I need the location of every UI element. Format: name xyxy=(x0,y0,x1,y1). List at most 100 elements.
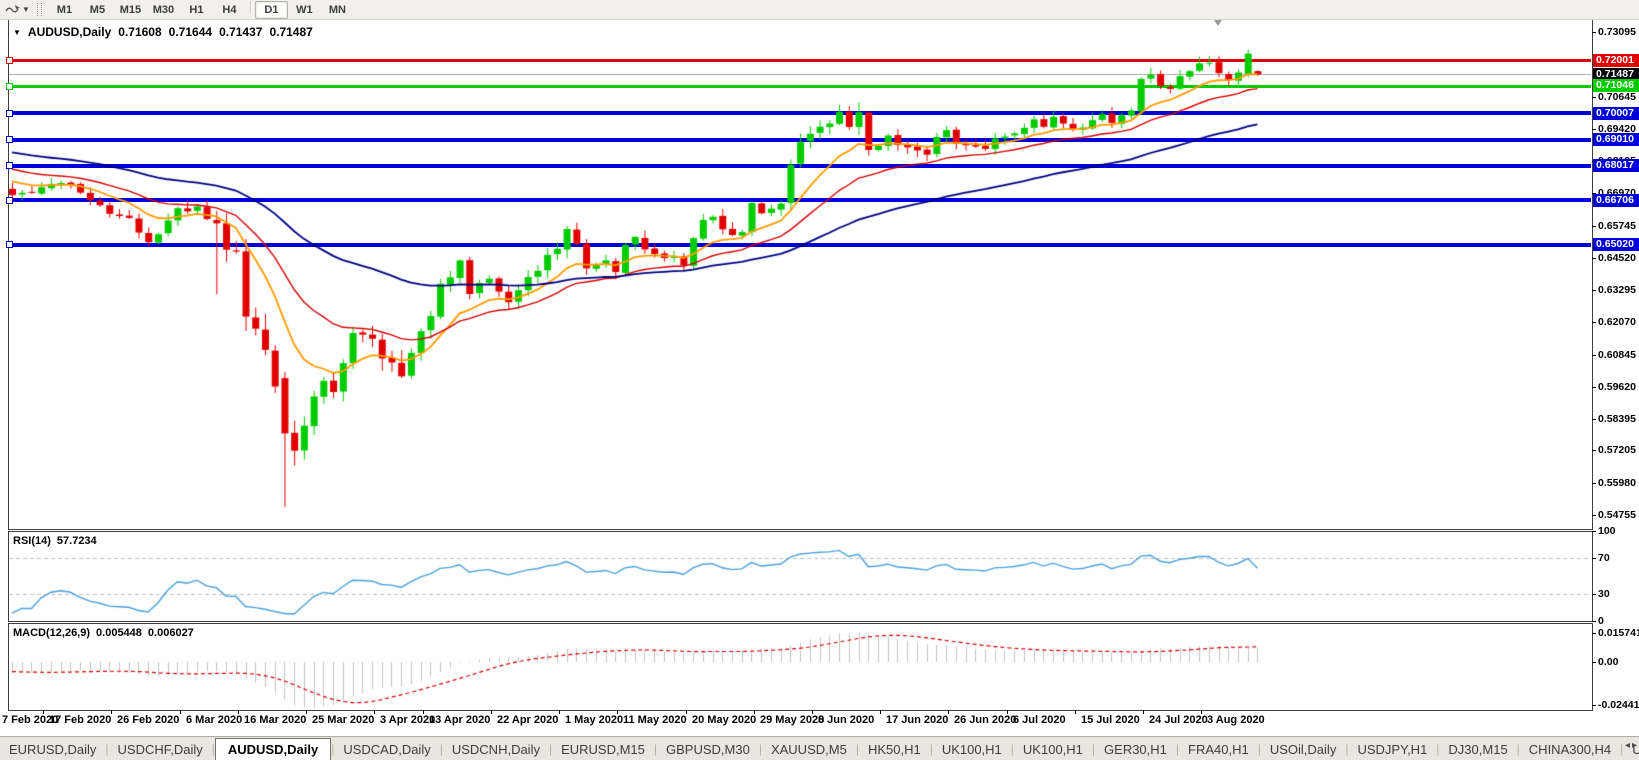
price-tick-mark xyxy=(1592,515,1596,516)
timeframe-button-m1[interactable]: M1 xyxy=(48,1,81,19)
price-tick-mark xyxy=(1592,355,1596,356)
timeframe-button-h4[interactable]: H4 xyxy=(213,1,246,19)
chart-tab-hk50-h1[interactable]: HK50,H1 xyxy=(859,740,930,759)
timeframe-toolbar: ▼ M1M5M15M30H1H4 D1W1MN xyxy=(0,0,1639,20)
chart-tab-usoil-daily[interactable]: USOil,Daily xyxy=(1261,740,1345,759)
date-tick-label: 11 May 2020 xyxy=(623,714,687,726)
chart-tab-usdjpy-h1[interactable]: USDJPY,H1 xyxy=(1348,740,1436,759)
chart-tab-uk100-h1[interactable]: UK100,H1 xyxy=(1014,740,1092,759)
price-tick-mark xyxy=(1592,387,1596,388)
date-tick-mark xyxy=(238,710,239,714)
chart-tab-xauusd-m5[interactable]: XAUUSD,M5 xyxy=(762,740,856,759)
date-tick-label: 13 Apr 2020 xyxy=(429,714,490,726)
rsi-tick-label: 30 xyxy=(1598,588,1639,600)
support-line-badge: 0.65020 xyxy=(1593,238,1639,251)
chart-tab-audusd-daily[interactable]: AUDUSD,Daily xyxy=(215,738,331,760)
chart-tab-usdcad-daily[interactable]: USDCAD,Daily xyxy=(334,740,439,759)
price-tick-label: 0.60845 xyxy=(1598,349,1639,361)
macd-tick-mark xyxy=(1592,662,1596,663)
date-tick-label: 17 Jun 2020 xyxy=(886,714,948,726)
date-tick-label: 29 May 2020 xyxy=(760,714,824,726)
support-line-badge: 0.66706 xyxy=(1593,194,1639,207)
price-tick-label: 0.64520 xyxy=(1598,252,1639,264)
price-tick-label: 0.62070 xyxy=(1598,316,1639,328)
date-tick-label: 17 Feb 2020 xyxy=(49,714,111,726)
ohlc-high: 0.71644 xyxy=(169,25,212,39)
macd-main-value: 0.005448 xyxy=(96,627,142,639)
support-line-badge: 0.71046 xyxy=(1593,79,1639,92)
cursor-tool-icon[interactable] xyxy=(4,2,22,17)
date-tick-label: 24 Jul 2020 xyxy=(1149,714,1208,726)
price-tick-label: 0.58395 xyxy=(1598,413,1639,425)
timeframe-button-m15[interactable]: M15 xyxy=(114,1,147,19)
date-tick-label: 6 Mar 2020 xyxy=(186,714,242,726)
price-tick-label: 0.65745 xyxy=(1598,220,1639,232)
macd-tick-mark xyxy=(1592,633,1596,634)
macd-tick-label: -0.024412 xyxy=(1598,699,1639,711)
toolbar-grip xyxy=(37,3,42,16)
date-tick-mark xyxy=(880,710,881,714)
resistance-line-badge: 0.72001 xyxy=(1593,54,1639,67)
macd-label: MACD(12,26,9) xyxy=(13,627,90,639)
timeframe-button-m5[interactable]: M5 xyxy=(81,1,114,19)
rsi-tick-mark xyxy=(1592,621,1596,622)
tab-scroll-left-icon[interactable]: ◂ xyxy=(1625,740,1630,751)
date-tick-mark xyxy=(1075,710,1076,714)
chart-tab-fra40-h1[interactable]: FRA40,H1 xyxy=(1179,740,1258,759)
price-tick-mark xyxy=(1592,322,1596,323)
chart-tab-ger30-h1[interactable]: GER30,H1 xyxy=(1095,740,1176,759)
timeframe-button-mn[interactable]: MN xyxy=(321,1,354,19)
price-tick-label: 0.57205 xyxy=(1598,444,1639,456)
date-tick-label: 6 Jul 2020 xyxy=(1013,714,1066,726)
chart-tab-usdchf-daily[interactable]: USDCHF,Daily xyxy=(109,740,212,759)
cursor-tool-dropdown-icon[interactable]: ▼ xyxy=(22,5,30,14)
date-tick-mark xyxy=(111,710,112,714)
price-tick-mark xyxy=(1592,450,1596,451)
price-chart-canvas[interactable] xyxy=(0,0,1639,760)
chart-tab-usdcnh-daily[interactable]: USDCNH,Daily xyxy=(443,740,549,759)
trading-platform-window: ▼ M1M5M15M30H1H4 D1W1MN ▼ AUDUSD,Daily 0.… xyxy=(0,0,1639,760)
chart-tab-gbpusd-m30[interactable]: GBPUSD,M30 xyxy=(657,740,759,759)
support-line-badge: 0.68017 xyxy=(1593,159,1639,172)
macd-header: MACD(12,26,9) 0.005448 0.006027 xyxy=(13,627,194,639)
price-tick-mark xyxy=(1592,32,1596,33)
price-tick-mark xyxy=(1592,419,1596,420)
date-tick-mark xyxy=(617,710,618,714)
rsi-value: 57.7234 xyxy=(57,535,97,547)
date-tick-mark xyxy=(559,710,560,714)
rsi-header: RSI(14) 57.7234 xyxy=(13,535,97,547)
date-tick-label: 26 Feb 2020 xyxy=(117,714,179,726)
price-tick-mark xyxy=(1592,226,1596,227)
symbol-tab-bar: EURUSD,Daily|USDCHF,Daily|AUDUSD,Daily|U… xyxy=(0,736,1639,760)
date-tick-label: 8 Jun 2020 xyxy=(818,714,874,726)
chart-tab-uk100-h1[interactable]: UK100,H1 xyxy=(933,740,1011,759)
date-tick-label: 22 Apr 2020 xyxy=(497,714,558,726)
date-tick-mark xyxy=(374,710,375,714)
rsi-tick-label: 0 xyxy=(1598,615,1639,627)
timeframe-button-w1[interactable]: W1 xyxy=(288,1,321,19)
timeframe-buttons: M1M5M15M30H1H4 D1W1MN xyxy=(48,1,354,19)
chart-shift-marker[interactable] xyxy=(1214,20,1222,26)
timeframe-button-h1[interactable]: H1 xyxy=(180,1,213,19)
date-tick-mark xyxy=(1007,710,1008,714)
rsi-tick-mark xyxy=(1592,531,1596,532)
date-tick-label: 3 Apr 2020 xyxy=(380,714,435,726)
ohlc-low: 0.71437 xyxy=(219,25,262,39)
price-tick-label: 0.55980 xyxy=(1598,477,1639,489)
chart-tab-china300-h4[interactable]: CHINA300,H4 xyxy=(1520,740,1620,759)
rsi-tick-label: 70 xyxy=(1598,552,1639,564)
chart-tab-eurusd-m15[interactable]: EURUSD,M15 xyxy=(552,740,654,759)
timeframe-button-m30[interactable]: M30 xyxy=(147,1,180,19)
chart-collapse-icon[interactable]: ▼ xyxy=(13,28,21,37)
ohlc-open: 0.71608 xyxy=(118,25,161,39)
price-tick-mark xyxy=(1592,483,1596,484)
macd-signal-value: 0.006027 xyxy=(148,627,194,639)
chart-tab-eurusd-daily[interactable]: EURUSD,Daily xyxy=(0,740,105,759)
tab-scroll-right-icon[interactable]: ▸ xyxy=(1632,740,1637,751)
support-line-badge: 0.69010 xyxy=(1593,133,1639,146)
timeframe-button-d1[interactable]: D1 xyxy=(255,1,288,19)
chart-tab-dj30-m15[interactable]: DJ30,M15 xyxy=(1439,740,1516,759)
price-tick-label: 0.59620 xyxy=(1598,381,1639,393)
date-tick-label: 1 May 2020 xyxy=(565,714,623,726)
price-tick-mark xyxy=(1592,97,1596,98)
